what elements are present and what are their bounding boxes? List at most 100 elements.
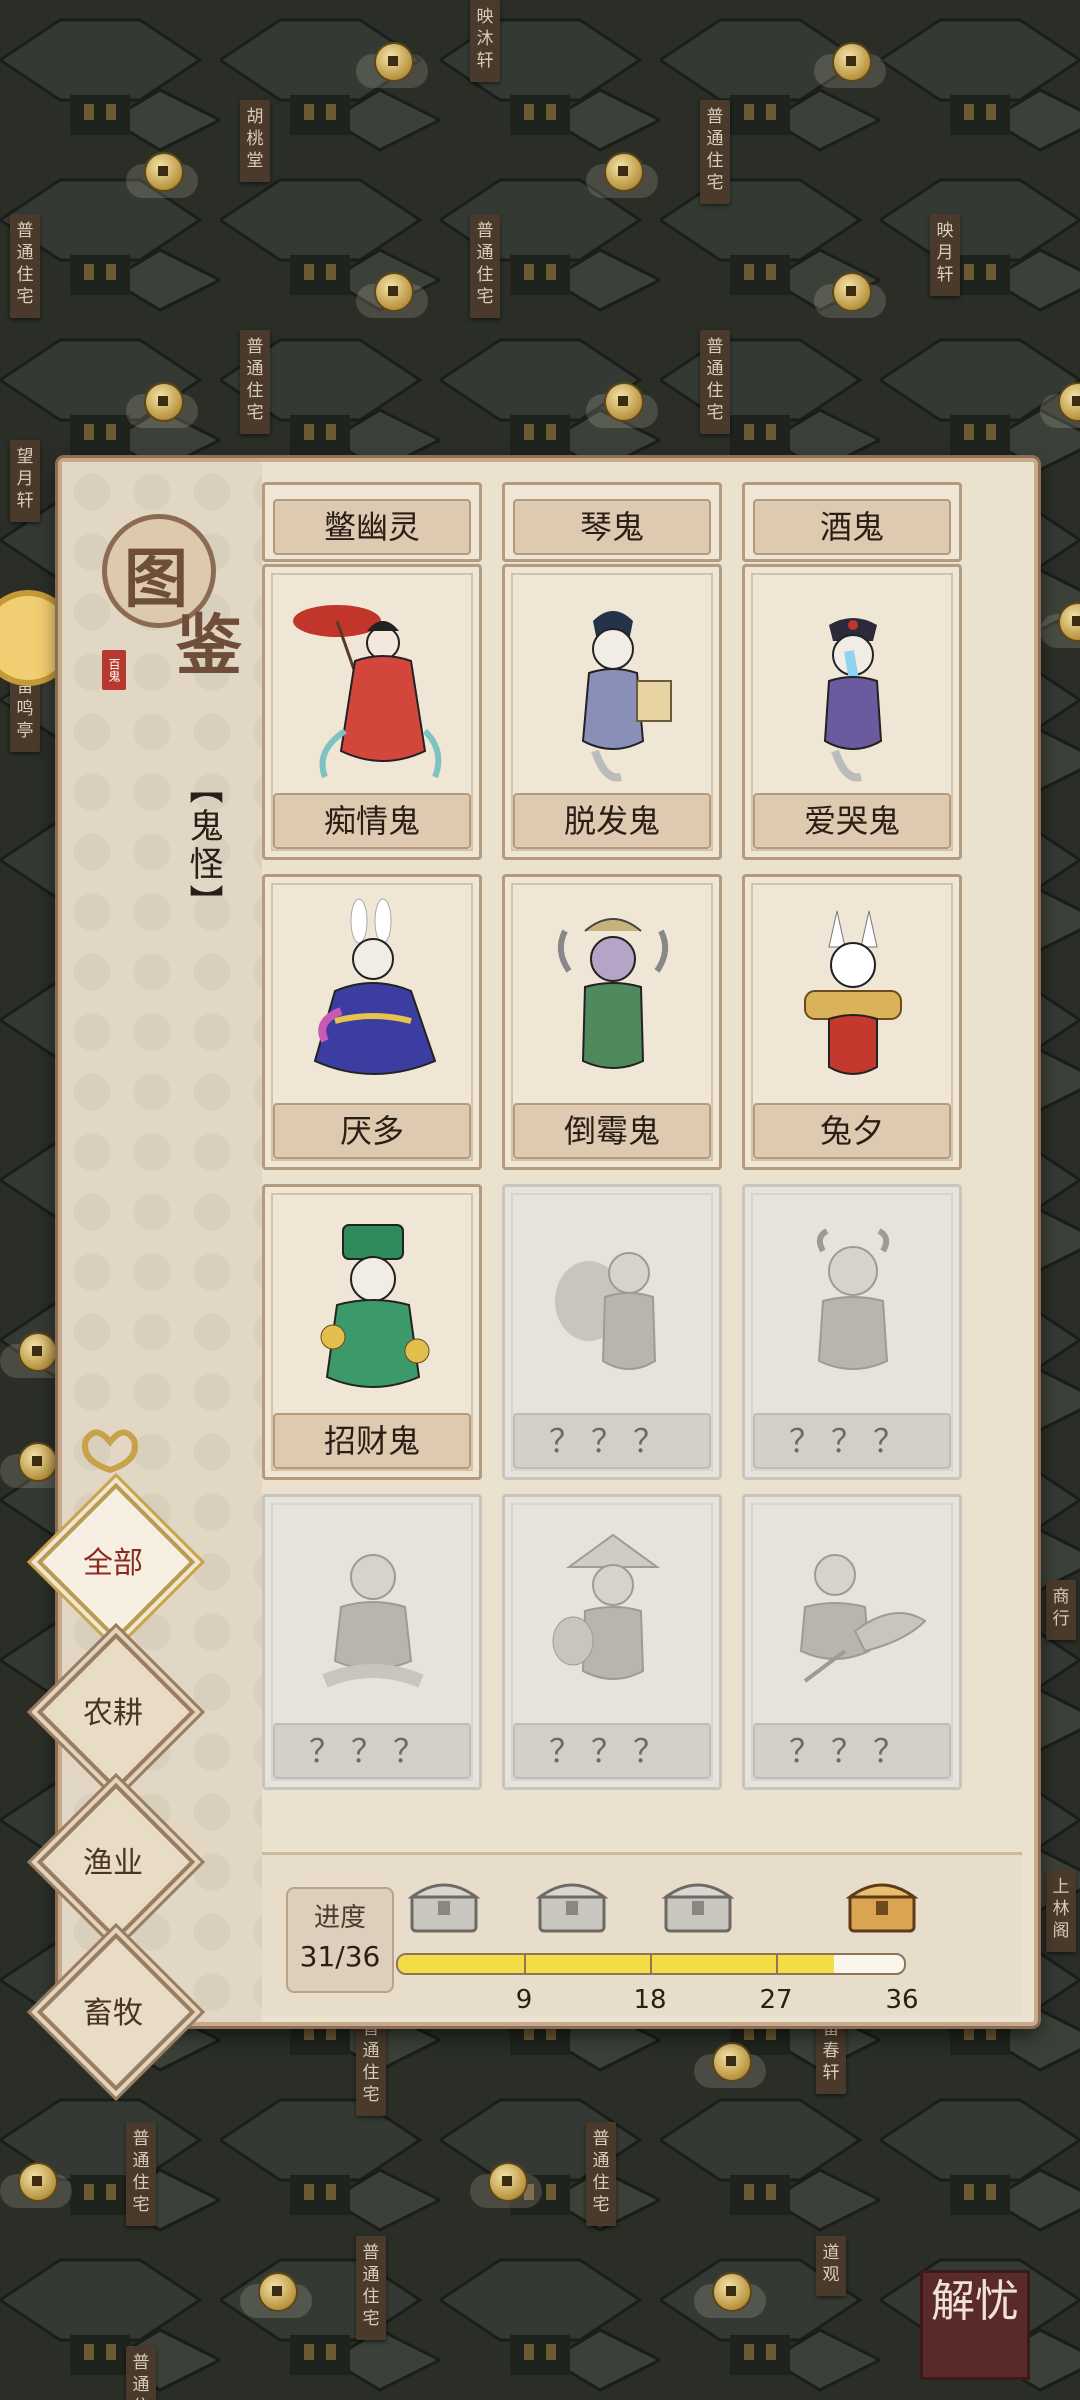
building-tag[interactable]: 胡桃堂	[240, 100, 270, 182]
codex-entry-locked[interactable]: ？？？	[742, 1184, 962, 1480]
building-tag[interactable]: 普通住宅	[240, 330, 270, 434]
entry-name: 酒鬼	[753, 499, 951, 555]
ghost-portrait-icon	[313, 898, 437, 1075]
entry-name: ？？？	[513, 1723, 711, 1779]
codex-entry-locked[interactable]: ？？？	[742, 1494, 962, 1790]
reward-chest-icon[interactable]	[844, 1869, 920, 1937]
codex-entry-locked[interactable]: ？？？	[262, 1494, 482, 1790]
building-tag[interactable]: 上林阁	[1046, 1870, 1076, 1952]
codex-entry[interactable]: 痴情鬼	[262, 564, 482, 860]
coin-icon[interactable]	[126, 150, 198, 202]
progress-title: 进度	[313, 1903, 366, 1933]
coin-icon[interactable]	[694, 2270, 766, 2322]
filter-farming-button[interactable]: 农耕	[36, 1632, 196, 1792]
building-tag[interactable]: 普通住宅	[700, 330, 730, 434]
category-title: 【鬼怪】	[183, 770, 223, 922]
coin-icon[interactable]	[470, 2160, 542, 2212]
coin-icon[interactable]	[586, 150, 658, 202]
ghost-portrait-icon	[823, 618, 883, 782]
milestone-label: 18	[633, 1985, 667, 2015]
reward-chest-icon[interactable]	[660, 1869, 736, 1937]
ghost-portrait-icon	[557, 918, 669, 1069]
reward-chest-icon[interactable]	[406, 1869, 482, 1937]
building-tag[interactable]: 普通住宅	[356, 2012, 386, 2116]
codex-entry-locked[interactable]: ？？？	[502, 1494, 722, 1790]
coin-icon[interactable]	[586, 380, 658, 432]
codex-panel: 图 鉴 百鬼 【鬼怪】 鳖幽灵 琴鬼 酒鬼 痴情鬼 脱发鬼 爱哭鬼 厌多 倒霉鬼…	[58, 458, 1038, 2026]
reward-chest-icon[interactable]	[534, 1869, 610, 1937]
filter-label: 全部	[83, 1546, 143, 1581]
filter-all-button[interactable]: 全部	[36, 1482, 196, 1642]
building-tag[interactable]: 商行	[1046, 1580, 1076, 1640]
corner-menu-button[interactable]: 解忧	[920, 2270, 1030, 2380]
coin-icon[interactable]	[814, 40, 886, 92]
knot-ornament-icon	[82, 1429, 138, 1474]
entry-name: 鳖幽灵	[273, 499, 471, 555]
codex-entry-locked[interactable]: ？？？	[502, 1184, 722, 1480]
building-tag[interactable]: 普通住宅	[126, 2346, 156, 2400]
seal-stamp: 百鬼	[102, 650, 126, 690]
ghost-portrait-icon	[293, 605, 442, 779]
filter-livestock-button[interactable]: 畜牧	[36, 1932, 196, 2092]
progress-bar-fill	[398, 1955, 834, 1973]
entry-name: 倒霉鬼	[513, 1103, 711, 1159]
building-tag[interactable]: 普通住宅	[586, 2122, 616, 2226]
building-tag[interactable]: 普通住宅	[470, 214, 500, 318]
entry-name: 痴情鬼	[273, 793, 471, 849]
codex-entry[interactable]: 脱发鬼	[502, 564, 722, 860]
entry-name: ？？？	[513, 1413, 711, 1469]
entry-name: 招财鬼	[273, 1413, 471, 1469]
locked-silhouette-icon	[555, 1252, 657, 1370]
filter-label: 畜牧	[83, 1996, 143, 2031]
entry-name: 脱发鬼	[513, 793, 711, 849]
filter-fishing-button[interactable]: 渔业	[36, 1782, 196, 1942]
milestone-tick	[524, 1953, 526, 1975]
logo-char-bottom: 鉴	[176, 607, 242, 684]
building-tag[interactable]: 普通住宅	[126, 2122, 156, 2226]
coin-icon[interactable]	[126, 380, 198, 432]
progress-box: 进度 31/36	[286, 1887, 394, 1993]
entry-name: 厌多	[273, 1103, 471, 1159]
building-tag[interactable]: 普通住宅	[356, 2236, 386, 2340]
ghost-portrait-icon	[804, 910, 902, 1075]
codex-entry[interactable]: 倒霉鬼	[502, 874, 722, 1170]
entry-name: ？？？	[753, 1413, 951, 1469]
coin-icon[interactable]	[356, 40, 428, 92]
codex-entry[interactable]: 酒鬼	[742, 482, 962, 562]
coin-icon[interactable]	[1040, 380, 1080, 432]
building-tag[interactable]: 普通住宅	[10, 214, 40, 318]
codex-entry[interactable]: 兔夕	[742, 874, 962, 1170]
locked-silhouette-icon	[799, 1554, 927, 1683]
codex-entry[interactable]: 招财鬼	[262, 1184, 482, 1480]
entry-name: ？？？	[273, 1723, 471, 1779]
progress-footer: 进度 31/36 9 18 27 36	[262, 1852, 1022, 2015]
entry-name: ？？？	[753, 1723, 951, 1779]
ghost-portrait-icon	[581, 611, 672, 782]
milestone-label: 9	[515, 1985, 533, 2015]
coin-icon[interactable]	[694, 2040, 766, 2092]
codex-entry[interactable]: 鳖幽灵	[262, 482, 482, 562]
building-tag[interactable]: 映沐轩	[470, 0, 500, 82]
coin-icon[interactable]	[814, 270, 886, 322]
building-tag[interactable]: 映月轩	[930, 214, 960, 296]
codex-entry[interactable]: 琴鬼	[502, 482, 722, 562]
milestone-tick	[776, 1953, 778, 1975]
entry-name: 兔夕	[753, 1103, 951, 1159]
filter-label: 农耕	[83, 1696, 143, 1731]
building-tag[interactable]: 普通住宅	[700, 100, 730, 204]
locked-silhouette-icon	[322, 1554, 424, 1688]
codex-entry[interactable]: 爱哭鬼	[742, 564, 962, 860]
coin-icon[interactable]	[0, 2160, 72, 2212]
milestone-tick	[650, 1953, 652, 1975]
coin-icon[interactable]	[356, 270, 428, 322]
coin-icon[interactable]	[1040, 600, 1080, 652]
building-tag[interactable]: 望月轩	[10, 440, 40, 522]
codex-entry[interactable]: 厌多	[262, 874, 482, 1170]
codex-grid[interactable]: 鳖幽灵 琴鬼 酒鬼 痴情鬼 脱发鬼 爱哭鬼 厌多 倒霉鬼 兔夕 招财鬼 ？？？ …	[262, 482, 1022, 1922]
locked-silhouette-icon	[552, 1533, 661, 1680]
building-tag[interactable]: 道观	[816, 2236, 846, 2296]
entry-name: 琴鬼	[513, 499, 711, 555]
coin-icon[interactable]	[240, 2270, 312, 2322]
milestone-label: 36	[885, 1985, 919, 2015]
ghost-portrait-icon	[320, 1224, 430, 1388]
